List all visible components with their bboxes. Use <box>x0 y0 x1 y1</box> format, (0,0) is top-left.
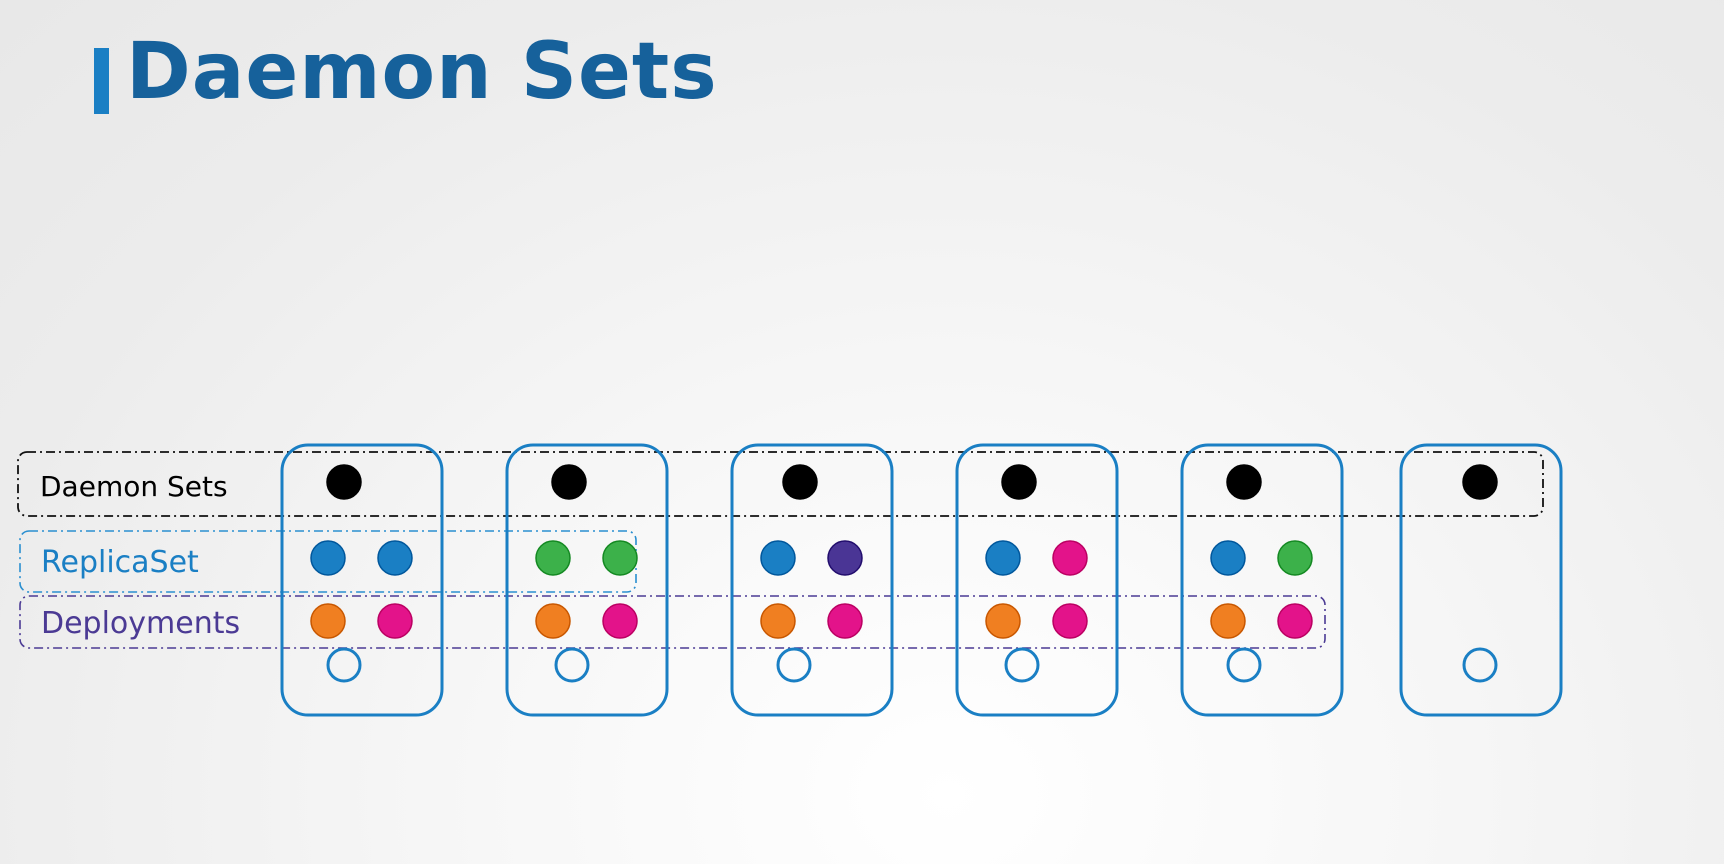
nodes-layer <box>280 443 1563 717</box>
empty-pod-slot-6 <box>1462 647 1498 683</box>
replicaset-pod-1-2 <box>377 540 413 576</box>
replicaset-pod-2-1 <box>535 540 571 576</box>
deployment-pod-4-1 <box>985 603 1021 639</box>
empty-pod-slot-3 <box>776 647 812 683</box>
replicaset-pod-2-2 <box>602 540 638 576</box>
empty-pod-slot-2 <box>554 647 590 683</box>
deployment-pod-3-2 <box>827 603 863 639</box>
daemonset-pod-2 <box>551 464 587 500</box>
deployment-pod-4-2 <box>1052 603 1088 639</box>
node-5 <box>1180 443 1344 717</box>
daemonset-label: Daemon Sets <box>40 470 228 503</box>
deployment-pod-2-1 <box>535 603 571 639</box>
deployment-pod-3-1 <box>760 603 796 639</box>
deployment-pod-5-1 <box>1210 603 1246 639</box>
daemonset-pod-6 <box>1462 464 1498 500</box>
daemonset-group-box <box>17 451 1544 517</box>
replicaset-pod-3-2 <box>827 540 863 576</box>
replicaset-pod-1-1 <box>310 540 346 576</box>
replicaset-pod-5-2 <box>1277 540 1313 576</box>
replicaset-pod-3-1 <box>760 540 796 576</box>
replicaset-pod-5-1 <box>1210 540 1246 576</box>
daemonset-diagram: Daemon Sets ReplicaSet Deployments <box>17 443 1563 717</box>
replicaset-pod-4-2 <box>1052 540 1088 576</box>
deployment-pod-5-2 <box>1277 603 1313 639</box>
replicaset-pod-4-1 <box>985 540 1021 576</box>
node-4 <box>955 443 1119 717</box>
daemonset-pod-5 <box>1226 464 1262 500</box>
empty-pod-slot-5 <box>1226 647 1262 683</box>
deployments-label: Deployments <box>41 606 240 641</box>
replicaset-label: ReplicaSet <box>41 545 199 580</box>
deployment-pod-1-2 <box>377 603 413 639</box>
deployment-pod-2-2 <box>602 603 638 639</box>
daemonset-pod-1 <box>326 464 362 500</box>
deployment-pod-1-1 <box>310 603 346 639</box>
daemonset-pod-4 <box>1001 464 1037 500</box>
node-1 <box>280 443 444 717</box>
node-2 <box>505 443 669 717</box>
daemonset-pod-3 <box>782 464 818 500</box>
empty-pod-slot-4 <box>1004 647 1040 683</box>
empty-pod-slot-1 <box>326 647 362 683</box>
